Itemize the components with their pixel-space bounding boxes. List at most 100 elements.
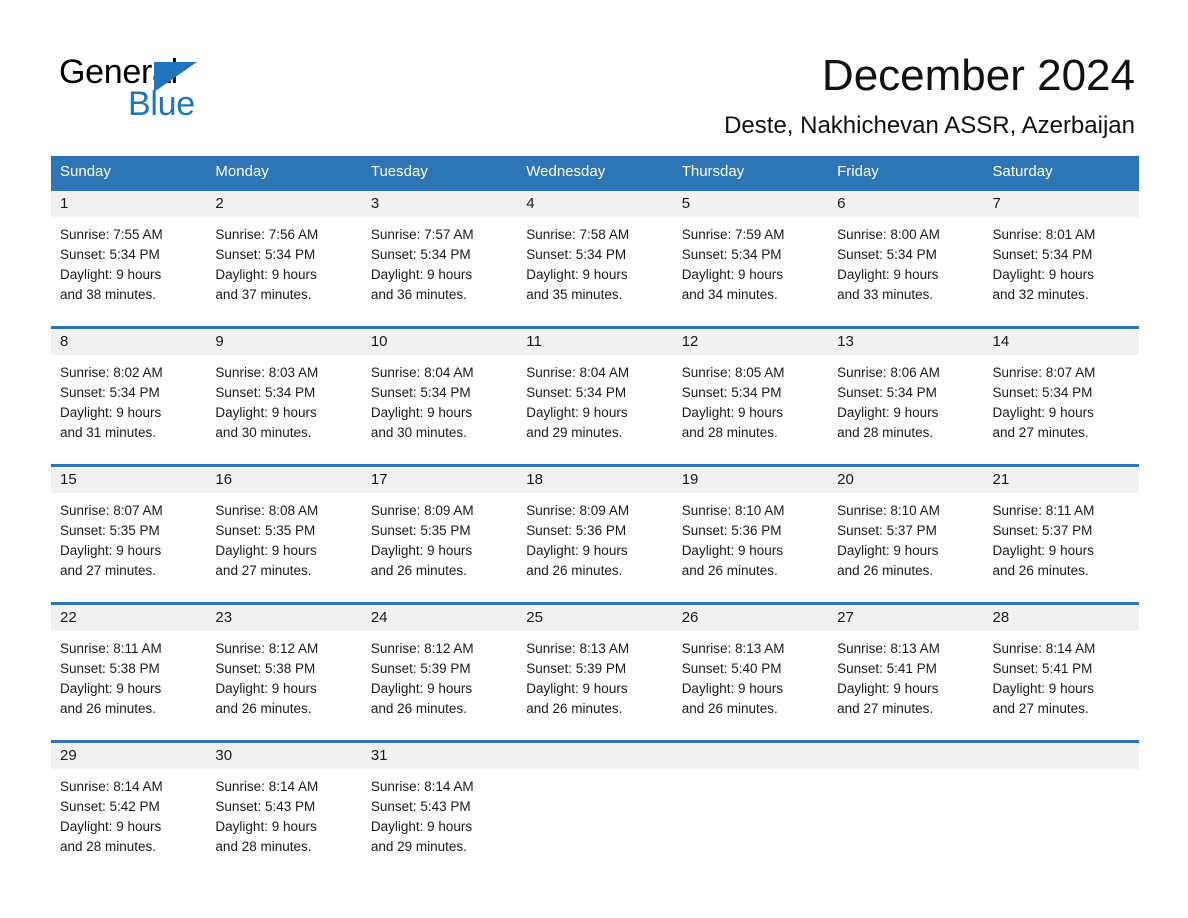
daylight-text-line2: and 27 minutes. (215, 563, 312, 578)
day-number[interactable]: 19 (673, 467, 828, 493)
sunset-text: Sunset: 5:34 PM (370, 247, 471, 262)
day-number[interactable]: 26 (673, 605, 828, 631)
day-number[interactable]: 23 (206, 605, 361, 631)
sunrise-text: Sunrise: 7:55 AM (60, 227, 163, 242)
day-cell[interactable]: Sunrise: 7:59 AM Sunset: 5:34 PM Dayligh… (673, 217, 828, 326)
day-number[interactable]: 30 (206, 743, 361, 769)
sunset-text: Sunset: 5:43 PM (215, 799, 316, 814)
day-cell[interactable]: Sunrise: 8:09 AM Sunset: 5:36 PM Dayligh… (517, 493, 672, 602)
day-number[interactable]: 22 (51, 605, 206, 631)
day-cell[interactable]: Sunrise: 7:58 AM Sunset: 5:34 PM Dayligh… (517, 217, 672, 326)
day-cell[interactable]: Sunrise: 8:04 AM Sunset: 5:34 PM Dayligh… (362, 355, 517, 464)
general-blue-logo: General Blue (59, 52, 289, 123)
day-cell[interactable]: Sunrise: 8:10 AM Sunset: 5:36 PM Dayligh… (673, 493, 828, 602)
day-cell[interactable]: Sunrise: 8:08 AM Sunset: 5:35 PM Dayligh… (206, 493, 361, 602)
day-number[interactable]: 13 (828, 329, 983, 355)
daylight-text-line1: Daylight: 9 hours (837, 681, 939, 696)
sunrise-text: Sunrise: 8:12 AM (370, 641, 474, 656)
week-detail-row: Sunrise: 8:07 AM Sunset: 5:35 PM Dayligh… (51, 493, 1139, 602)
day-number[interactable]: 5 (673, 191, 828, 217)
day-number[interactable]: 8 (51, 329, 206, 355)
daylight-text-line2: and 27 minutes. (992, 701, 1089, 716)
daylight-text-line1: Daylight: 9 hours (60, 819, 162, 834)
day-number[interactable]: 21 (984, 467, 1139, 493)
day-cell[interactable]: Sunrise: 8:13 AM Sunset: 5:39 PM Dayligh… (517, 631, 672, 740)
day-cell[interactable]: Sunrise: 7:57 AM Sunset: 5:34 PM Dayligh… (362, 217, 517, 326)
day-cell[interactable]: Sunrise: 8:10 AM Sunset: 5:37 PM Dayligh… (828, 493, 983, 602)
day-number-empty (828, 743, 983, 769)
day-cell[interactable]: Sunrise: 8:02 AM Sunset: 5:34 PM Dayligh… (51, 355, 206, 464)
day-number[interactable]: 20 (828, 467, 983, 493)
day-number[interactable]: 29 (51, 743, 206, 769)
day-number[interactable]: 10 (362, 329, 517, 355)
day-number[interactable]: 4 (517, 191, 672, 217)
daylight-text-line1: Daylight: 9 hours (526, 543, 628, 558)
day-cell[interactable]: Sunrise: 8:14 AM Sunset: 5:41 PM Dayligh… (984, 631, 1139, 740)
day-cell[interactable]: Sunrise: 8:07 AM Sunset: 5:34 PM Dayligh… (984, 355, 1139, 464)
daylight-text-line1: Daylight: 9 hours (526, 681, 628, 696)
day-cell[interactable]: Sunrise: 8:01 AM Sunset: 5:34 PM Dayligh… (984, 217, 1139, 326)
day-number[interactable]: 17 (362, 467, 517, 493)
sunrise-text: Sunrise: 8:03 AM (215, 365, 319, 380)
day-number[interactable]: 1 (51, 191, 206, 217)
day-number[interactable]: 25 (517, 605, 672, 631)
day-number[interactable]: 7 (984, 191, 1139, 217)
calendar-week-row: 8 9 10 11 12 13 14 Sunrise: 8:02 AM Suns… (51, 326, 1139, 464)
sunset-text: Sunset: 5:34 PM (837, 247, 937, 262)
sunset-text: Sunset: 5:36 PM (526, 523, 627, 538)
day-cell[interactable]: Sunrise: 8:00 AM Sunset: 5:34 PM Dayligh… (828, 217, 983, 326)
day-cell[interactable]: Sunrise: 8:09 AM Sunset: 5:35 PM Dayligh… (362, 493, 517, 602)
day-number[interactable]: 3 (362, 191, 517, 217)
daylight-text-line2: and 36 minutes. (370, 287, 467, 302)
day-cell[interactable]: Sunrise: 8:12 AM Sunset: 5:38 PM Dayligh… (206, 631, 361, 740)
day-number[interactable]: 24 (362, 605, 517, 631)
day-number[interactable]: 2 (206, 191, 361, 217)
daylight-text-line1: Daylight: 9 hours (370, 819, 473, 834)
daylight-text-line2: and 26 minutes. (526, 563, 623, 578)
sunset-text: Sunset: 5:35 PM (370, 523, 471, 538)
sunrise-text: Sunrise: 8:14 AM (215, 779, 319, 794)
sunrise-text: Sunrise: 8:13 AM (526, 641, 630, 656)
day-number[interactable]: 6 (828, 191, 983, 217)
day-number[interactable]: 14 (984, 329, 1139, 355)
day-cell[interactable]: Sunrise: 7:55 AM Sunset: 5:34 PM Dayligh… (51, 217, 206, 326)
day-cell[interactable]: Sunrise: 7:56 AM Sunset: 5:34 PM Dayligh… (206, 217, 361, 326)
day-number[interactable]: 11 (517, 329, 672, 355)
day-cell[interactable]: Sunrise: 8:11 AM Sunset: 5:37 PM Dayligh… (984, 493, 1139, 602)
sunset-text: Sunset: 5:42 PM (60, 799, 160, 814)
day-number[interactable]: 28 (984, 605, 1139, 631)
daylight-text-line2: and 26 minutes. (370, 563, 467, 578)
day-number[interactable]: 9 (206, 329, 361, 355)
day-cell[interactable]: Sunrise: 8:14 AM Sunset: 5:42 PM Dayligh… (51, 769, 206, 878)
day-cell[interactable]: Sunrise: 8:03 AM Sunset: 5:34 PM Dayligh… (206, 355, 361, 464)
sunset-text: Sunset: 5:39 PM (526, 661, 627, 676)
day-number[interactable]: 31 (362, 743, 517, 769)
day-number[interactable]: 12 (673, 329, 828, 355)
day-cell[interactable]: Sunrise: 8:14 AM Sunset: 5:43 PM Dayligh… (362, 769, 517, 878)
weekday-header-tuesday: Tuesday (370, 163, 428, 180)
day-cell[interactable]: Sunrise: 8:06 AM Sunset: 5:34 PM Dayligh… (828, 355, 983, 464)
daylight-text-line1: Daylight: 9 hours (526, 267, 628, 282)
day-cell[interactable]: Sunrise: 8:05 AM Sunset: 5:34 PM Dayligh… (673, 355, 828, 464)
sunrise-text: Sunrise: 8:14 AM (370, 779, 474, 794)
day-number[interactable]: 18 (517, 467, 672, 493)
day-number[interactable]: 15 (51, 467, 206, 493)
day-number[interactable]: 16 (206, 467, 361, 493)
day-number[interactable]: 27 (828, 605, 983, 631)
day-cell[interactable]: Sunrise: 8:13 AM Sunset: 5:40 PM Dayligh… (673, 631, 828, 740)
day-cell[interactable]: Sunrise: 8:14 AM Sunset: 5:43 PM Dayligh… (206, 769, 361, 878)
sunset-text: Sunset: 5:34 PM (370, 385, 471, 400)
sunrise-text: Sunrise: 7:56 AM (215, 227, 319, 242)
sunrise-text: Sunrise: 8:12 AM (215, 641, 319, 656)
day-cell[interactable]: Sunrise: 8:12 AM Sunset: 5:39 PM Dayligh… (362, 631, 517, 740)
sunset-text: Sunset: 5:35 PM (60, 523, 160, 538)
day-cell[interactable]: Sunrise: 8:07 AM Sunset: 5:35 PM Dayligh… (51, 493, 206, 602)
sunset-text: Sunset: 5:34 PM (992, 385, 1093, 400)
day-cell[interactable]: Sunrise: 8:13 AM Sunset: 5:41 PM Dayligh… (828, 631, 983, 740)
day-cell[interactable]: Sunrise: 8:11 AM Sunset: 5:38 PM Dayligh… (51, 631, 206, 740)
sunset-text: Sunset: 5:43 PM (370, 799, 471, 814)
daylight-text-line1: Daylight: 9 hours (215, 819, 317, 834)
daylight-text-line1: Daylight: 9 hours (837, 543, 939, 558)
day-cell[interactable]: Sunrise: 8:04 AM Sunset: 5:34 PM Dayligh… (517, 355, 672, 464)
daylight-text-line1: Daylight: 9 hours (681, 405, 783, 420)
